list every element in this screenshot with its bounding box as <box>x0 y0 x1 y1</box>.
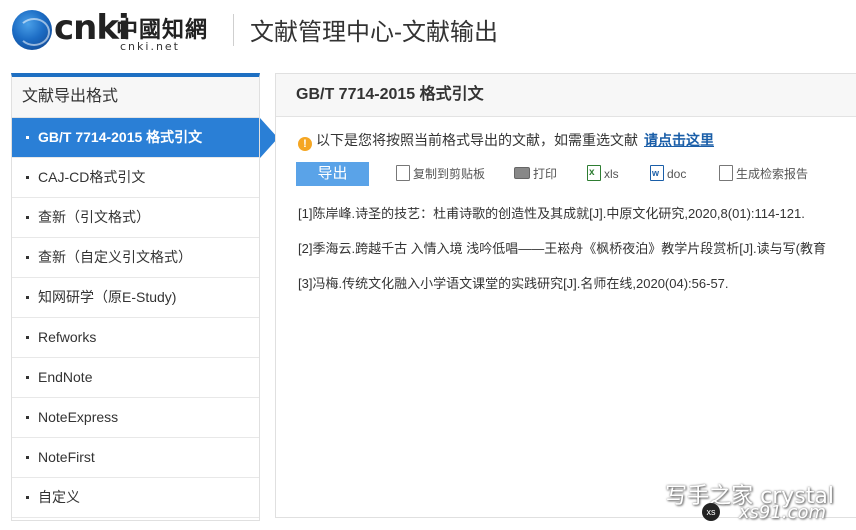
export-xls-button[interactable]: xls <box>587 164 619 183</box>
sidebar-item-caj-cd[interactable]: CAJ-CD格式引文 <box>12 158 259 198</box>
watermark-url: xs91.com <box>738 502 826 523</box>
sidebar-item-chaxin-custom[interactable]: 查新（自定义引文格式） <box>12 238 259 278</box>
cnki-logo[interactable]: cnki 中國知網 cnki.net <box>12 6 222 56</box>
bullet-icon <box>26 456 29 459</box>
bullet-icon <box>26 336 29 339</box>
printer-icon <box>514 167 530 179</box>
bullet-icon <box>26 416 29 419</box>
globe-icon <box>12 10 52 50</box>
header-divider <box>233 14 234 46</box>
sidebar-item-label: GB/T 7714-2015 格式引文 <box>38 129 203 145</box>
sidebar-item-noteexpress[interactable]: NoteExpress <box>12 398 259 438</box>
xls-label: xls <box>604 167 619 181</box>
export-button[interactable]: 导出 <box>296 162 369 186</box>
main-panel: GB/T 7714-2015 格式引文 ! 以下是您将按照当前格式导出的文献，如需… <box>275 73 856 518</box>
sidebar-item-label: 自定义 <box>38 489 80 505</box>
reference-item: [2]季海云.跨越千古 入情入境 浅吟低唱——王崧舟《枫桥夜泊》教学片段赏析[J… <box>298 241 826 256</box>
bullet-icon <box>26 256 29 259</box>
notice-text: 以下是您将按照当前格式导出的文献，如需重选文献 <box>316 132 638 148</box>
export-doc-button[interactable]: doc <box>650 164 687 183</box>
copy-to-clipboard-button[interactable]: 复制到剪贴板 <box>396 165 485 183</box>
sidebar: 文献导出格式 GB/T 7714-2015 格式引文 CAJ-CD格式引文 查新… <box>11 73 278 521</box>
bullet-icon <box>26 216 29 219</box>
warning-icon: ! <box>298 137 312 151</box>
watermark-badge: xs <box>702 503 720 521</box>
generate-report-button[interactable]: 生成检索报告 <box>719 165 808 183</box>
sidebar-title: 文献导出格式 <box>12 77 259 118</box>
reselect-link[interactable]: 请点击这里 <box>644 132 714 148</box>
sidebar-item-refworks[interactable]: Refworks <box>12 318 259 358</box>
bullet-icon <box>26 496 29 499</box>
copy-label: 复制到剪贴板 <box>413 167 486 181</box>
reference-item: [1]陈岸峰.诗圣的技艺：杜甫诗歌的创造性及其成就[J].中原文化研究,2020… <box>298 206 805 221</box>
print-button[interactable]: 打印 <box>514 165 557 183</box>
sidebar-item-label: Refworks <box>38 329 97 345</box>
sidebar-item-custom[interactable]: 自定义 <box>12 478 259 518</box>
bullet-icon <box>26 176 29 179</box>
word-icon <box>650 164 664 182</box>
sidebar-item-endnote[interactable]: EndNote <box>12 358 259 398</box>
report-label: 生成检索报告 <box>736 167 809 181</box>
logo-url: cnki.net <box>120 40 180 53</box>
reference-list: [1]陈岸峰.诗圣的技艺：杜甫诗歌的创造性及其成就[J].中原文化研究,2020… <box>298 204 856 309</box>
reference-item: [3]冯梅.传统文化融入小学语文课堂的实践研究[J].名师在线,2020(04)… <box>298 276 729 291</box>
report-icon <box>719 165 733 181</box>
sidebar-item-gbt7714[interactable]: GB/T 7714-2015 格式引文 <box>12 118 278 158</box>
sidebar-item-e-study[interactable]: 知网研学（原E-Study) <box>12 278 259 318</box>
bullet-icon <box>26 136 29 139</box>
sidebar-item-label: 查新（自定义引文格式） <box>38 249 192 265</box>
excel-icon <box>587 164 601 182</box>
page-title: 文献管理中心-文献输出 <box>250 19 498 46</box>
sidebar-item-label: CAJ-CD格式引文 <box>38 169 146 185</box>
sidebar-item-label: NoteFirst <box>38 449 95 465</box>
sidebar-item-notefirst[interactable]: NoteFirst <box>12 438 259 478</box>
sidebar-item-label: 查新（引文格式） <box>38 209 150 225</box>
doc-label: doc <box>667 167 687 181</box>
sidebar-item-label: NoteExpress <box>38 409 119 425</box>
sidebar-item-label: 知网研学（原E-Study) <box>38 289 177 305</box>
header: cnki 中國知網 cnki.net 文献管理中心-文献输出 <box>0 0 856 62</box>
panel-title: GB/T 7714-2015 格式引文 <box>276 74 856 117</box>
clipboard-icon <box>396 165 410 181</box>
notice: ! 以下是您将按照当前格式导出的文献，如需重选文献 请点击这里 <box>298 130 714 151</box>
sidebar-item-chaxin[interactable]: 查新（引文格式） <box>12 198 259 238</box>
bullet-icon <box>26 296 29 299</box>
sidebar-item-label: EndNote <box>38 369 93 385</box>
print-label: 打印 <box>533 167 558 181</box>
bullet-icon <box>26 376 29 379</box>
